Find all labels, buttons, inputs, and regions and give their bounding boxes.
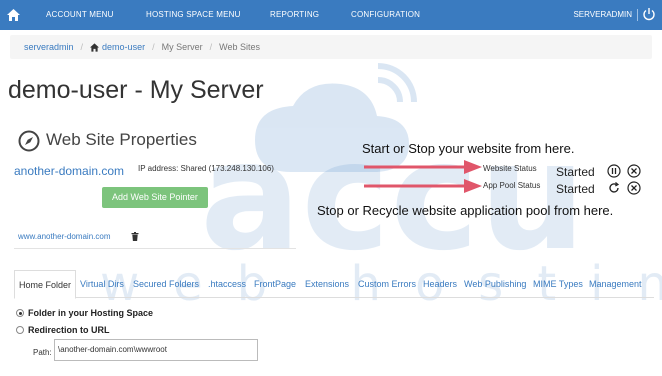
pointer-link[interactable]: www.another-domain.com: [18, 232, 110, 241]
tab-management[interactable]: Management: [589, 270, 642, 298]
pause-icon[interactable]: [607, 164, 621, 178]
trash-icon[interactable]: [131, 232, 139, 241]
recycle-icon[interactable]: [607, 181, 621, 195]
website-status-value: Started: [556, 165, 595, 179]
top-navigation-bar: ACCOUNT MENU HOSTING SPACE MENU REPORTIN…: [0, 0, 662, 30]
annotation-recycle: Stop or Recycle website application pool…: [317, 203, 614, 218]
nav-hosting-space-menu[interactable]: HOSTING SPACE MENU: [146, 0, 241, 30]
tab-web-publishing[interactable]: Web Publishing: [464, 270, 526, 298]
breadcrumb-separator: /: [152, 42, 155, 52]
tab-mime-types[interactable]: MIME Types: [533, 270, 583, 298]
ip-address-text: IP address: Shared (173.248.130.106): [138, 164, 274, 173]
compass-icon: [18, 130, 40, 152]
tab-custom-errors[interactable]: Custom Errors: [358, 270, 416, 298]
radio-button-selected[interactable]: [16, 309, 24, 317]
breadcrumb-separator: /: [209, 42, 213, 52]
user-menu[interactable]: SERVERADMIN: [573, 0, 632, 30]
tab-extensions[interactable]: Extensions: [305, 270, 349, 298]
power-icon[interactable]: [642, 7, 656, 21]
annotation-start-stop: Start or Stop your website from here.: [362, 141, 575, 156]
radio-label: Redirection to URL: [28, 325, 110, 335]
breadcrumb-demo-user[interactable]: demo-user: [102, 42, 145, 52]
watermark-brand-text: accu: [200, 110, 586, 284]
add-web-site-pointer-button[interactable]: Add Web Site Pointer: [102, 187, 208, 208]
tab-bar: Home Folder Virtual Dirs Secured Folders…: [14, 270, 654, 299]
tab-htaccess[interactable]: .htaccess: [208, 270, 246, 298]
nav-reporting[interactable]: REPORTING: [270, 0, 319, 30]
breadcrumb-separator: /: [80, 42, 84, 52]
path-input[interactable]: \another-domain.com\wwwroot: [54, 339, 258, 361]
annotation-arrows: [364, 160, 482, 193]
page-title: demo-user - My Server: [8, 76, 264, 104]
app-pool-status-label: App Pool Status: [483, 181, 541, 190]
tab-frontpage[interactable]: FrontPage: [254, 270, 296, 298]
stop-icon[interactable]: [627, 164, 641, 178]
section-title-web-site-properties: Web Site Properties: [46, 130, 197, 149]
divider: [14, 248, 296, 249]
breadcrumb-my-server: My Server: [161, 42, 203, 52]
tab-home-folder[interactable]: Home Folder: [14, 270, 77, 299]
home-icon: [6, 9, 20, 21]
radio-button[interactable]: [16, 326, 24, 334]
nav-account-menu[interactable]: ACCOUNT MENU: [46, 0, 114, 30]
breadcrumb: serveradmin / demo-user / My Server / We…: [10, 35, 652, 59]
radio-redirection-to-url[interactable]: Redirection to URL: [16, 325, 110, 335]
breadcrumb-serveradmin[interactable]: serveradmin: [24, 42, 74, 52]
nav-configuration[interactable]: CONFIGURATION: [351, 0, 420, 30]
tab-headers[interactable]: Headers: [423, 270, 457, 298]
home-icon: [90, 42, 100, 52]
website-status-label: Website Status: [483, 164, 537, 173]
site-name-link[interactable]: another-domain.com: [14, 164, 124, 178]
stop-icon[interactable]: [627, 181, 641, 195]
radio-folder-in-hosting-space[interactable]: Folder in your Hosting Space: [16, 308, 153, 318]
path-label: Path:: [33, 348, 52, 357]
app-pool-status-value: Started: [556, 182, 595, 196]
breadcrumb-web-sites: Web Sites: [219, 42, 260, 52]
radio-label: Folder in your Hosting Space: [28, 308, 154, 318]
home-button[interactable]: [0, 0, 26, 30]
tab-secured-folders[interactable]: Secured Folders: [133, 270, 199, 298]
nav-divider: [637, 9, 638, 21]
tab-virtual-dirs[interactable]: Virtual Dirs: [80, 270, 124, 298]
